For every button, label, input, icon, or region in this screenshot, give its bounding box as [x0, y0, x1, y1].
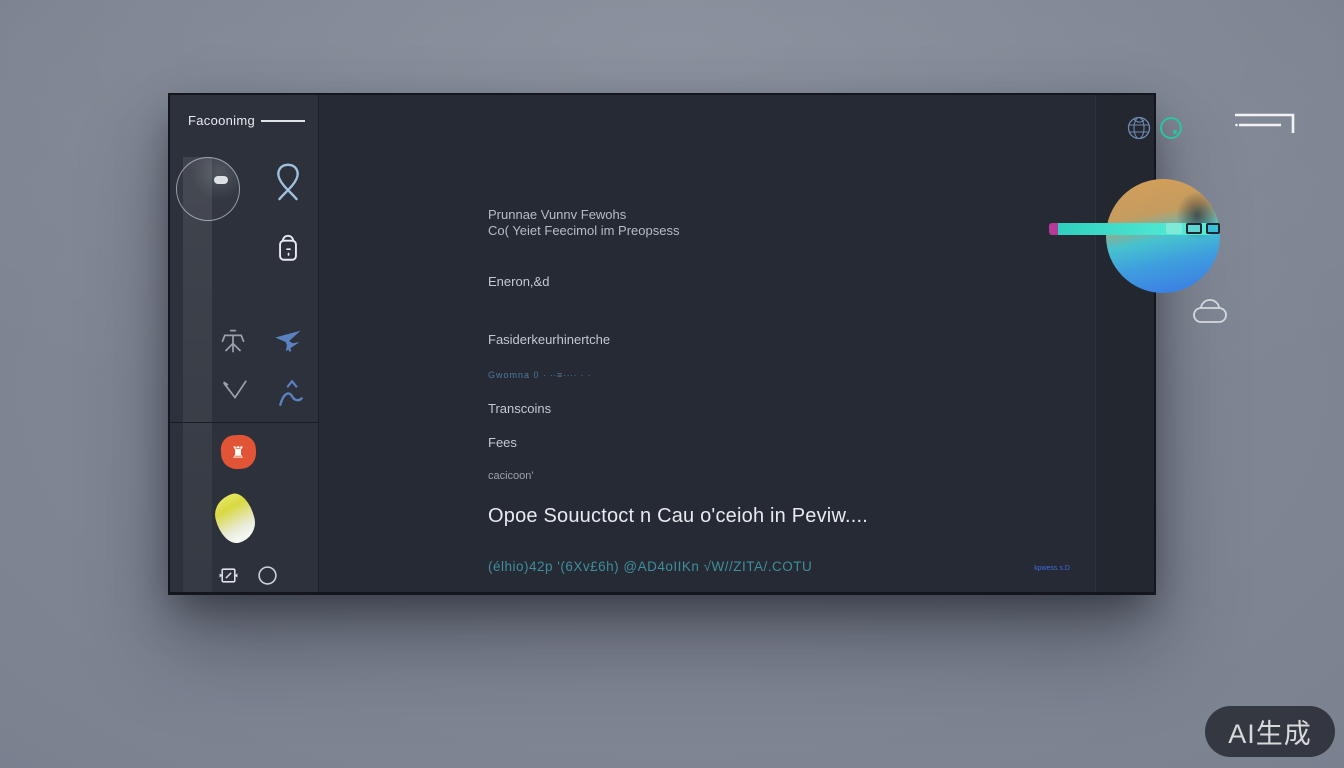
sidebar: Facoonimg	[170, 95, 319, 592]
headline: Opoe Souuctoct n Cau o'ceioh in Peviw...…	[488, 505, 868, 528]
status-dot	[1173, 130, 1177, 134]
sidebar-app-orange[interactable]: ♜	[220, 434, 257, 470]
globe-icon	[1125, 114, 1153, 142]
sidebar-item-lock[interactable]	[272, 227, 304, 265]
avatar-highlight	[214, 176, 228, 184]
sidebar-item-figure[interactable]	[218, 325, 248, 355]
globe-button[interactable]	[1125, 114, 1153, 142]
wave-icon	[277, 378, 305, 408]
sidebar-item-wave[interactable]	[276, 377, 306, 409]
lock-icon	[273, 228, 303, 264]
circle-icon	[257, 565, 278, 586]
plane-icon	[273, 327, 303, 355]
sidebar-highlight-strip	[183, 157, 212, 592]
mini-note: kpwess s.D	[1034, 565, 1070, 572]
sidebar-item-edit[interactable]	[217, 564, 239, 586]
footer-link[interactable]: (élhio)42p '(6Xv£6h) @AD4oIIKn √W//ZITA/…	[488, 559, 812, 574]
sidebar-app-yellow[interactable]	[211, 490, 260, 547]
figure-icon	[219, 326, 247, 354]
sidebar-item-chevron[interactable]	[220, 377, 250, 403]
progress-bar-cap	[1049, 223, 1058, 235]
intro-text-line1: Prunnae Vunnv Fewohs	[488, 207, 626, 223]
app-logo-text: Facoonimg	[188, 113, 255, 128]
sidebar-divider	[170, 422, 318, 423]
menu-item-fasid[interactable]: Fasiderkeurhinertche	[488, 332, 610, 347]
right-panel-strip	[1095, 95, 1154, 592]
main-content: Prunnae Vunnv Fewohs Co( Yeiet Feecimol …	[319, 95, 1154, 592]
ai-generated-watermark: AI生成	[1205, 706, 1335, 757]
window-bracket-control[interactable]	[1233, 112, 1297, 136]
meta-caption: Gwomna 0 ∙ ∙∙≡∙∙∙∙ ∙ ∙	[488, 370, 591, 380]
progress-bar	[1049, 223, 1211, 235]
logo-dash	[261, 120, 305, 122]
status-indicator[interactable]	[1160, 117, 1182, 139]
chevron-icon	[221, 378, 249, 402]
menu-item-caution[interactable]: cacicoon'	[488, 470, 534, 482]
app-logo: Facoonimg	[188, 113, 305, 128]
progress-segment	[1166, 223, 1182, 234]
cloud-button[interactable]	[1191, 295, 1229, 327]
castle-icon: ♜	[231, 443, 245, 462]
edit-square-icon	[218, 565, 239, 586]
progress-segment	[1206, 223, 1220, 234]
menu-item-fees[interactable]: Fees	[488, 435, 517, 450]
avatar[interactable]	[176, 157, 240, 221]
sidebar-item-ribbon[interactable]	[270, 158, 306, 208]
intro-text-line2: Co( Yeiet Feecimol im Preopsess	[488, 223, 679, 239]
sidebar-item-plane[interactable]	[272, 326, 304, 356]
progress-segment	[1186, 223, 1202, 234]
bracket-icon	[1233, 112, 1297, 136]
gradient-planet	[1106, 179, 1220, 293]
menu-item-energy[interactable]: Eneron,&d	[488, 274, 549, 289]
cloud-icon	[1191, 295, 1229, 327]
ribbon-icon	[273, 161, 303, 205]
sidebar-item-circle[interactable]	[256, 564, 278, 586]
app-window: Facoonimg	[168, 93, 1156, 595]
progress-bar-fill	[1058, 223, 1211, 235]
menu-item-transcoins[interactable]: Transcoins	[488, 401, 551, 416]
